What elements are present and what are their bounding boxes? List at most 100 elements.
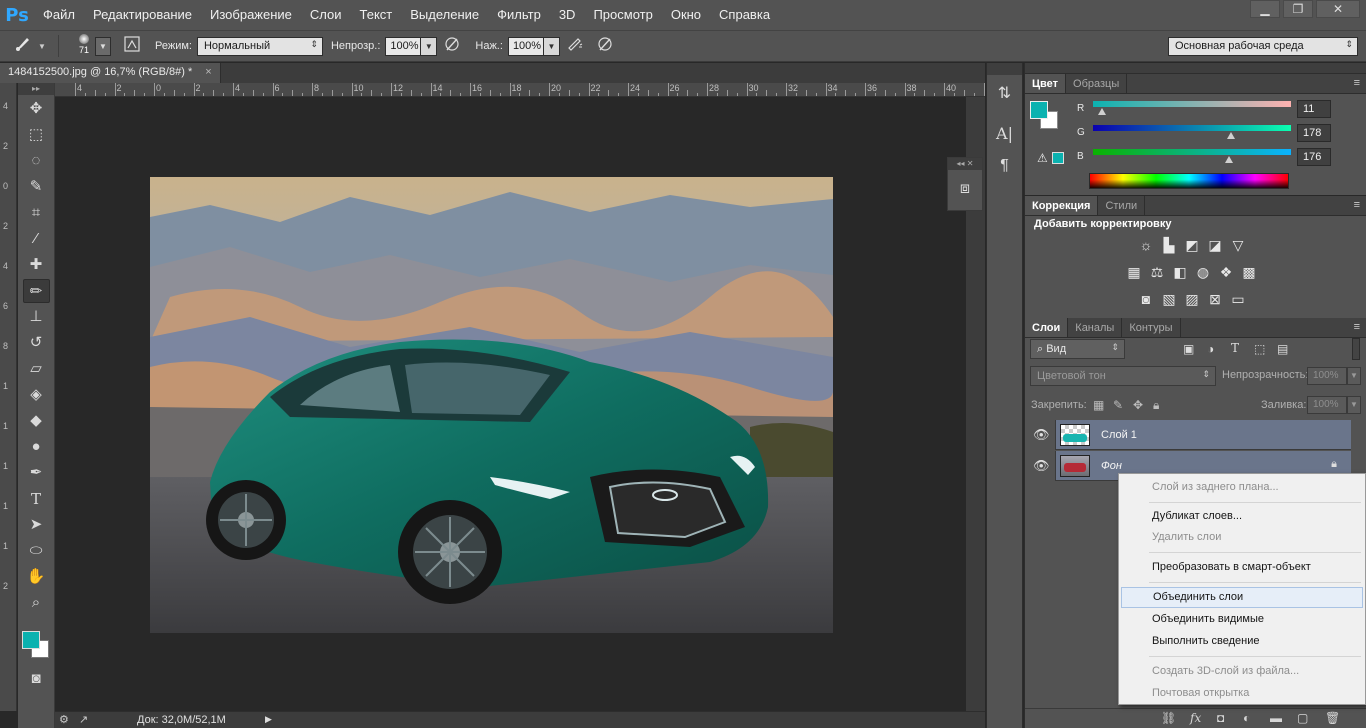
color-balance-icon[interactable]: ⚖	[1148, 263, 1166, 281]
visibility-cell[interactable]: 👁︎	[1025, 420, 1056, 450]
hue-saturation-icon[interactable]: ▦	[1125, 263, 1143, 281]
zoom-tool-icon[interactable]: ⌕	[23, 591, 50, 615]
foreground-color-swatch[interactable]	[1030, 101, 1048, 119]
lock-all-icon[interactable]: 🔒︎	[1153, 398, 1159, 413]
opacity-field[interactable]: 100%	[385, 36, 422, 56]
pen-tool-icon[interactable]: ✒	[23, 461, 50, 485]
menu-filter[interactable]: Фильтр	[488, 0, 550, 30]
menu-item-new-3d-layer-from-file[interactable]: Создать 3D-слой из файла...	[1121, 661, 1363, 682]
menu-3d[interactable]: 3D	[550, 0, 585, 30]
panel-menu-icon[interactable]: ≡	[1354, 321, 1360, 333]
blur-tool-icon[interactable]: ◆	[23, 409, 50, 433]
menu-file[interactable]: Файл	[34, 0, 84, 30]
exposure-icon[interactable]: ◪	[1206, 236, 1224, 254]
filter-smart-object-icon[interactable]: ▤	[1277, 342, 1288, 356]
lock-position-icon[interactable]: ✥	[1133, 398, 1143, 412]
photo-filter-icon[interactable]: ◍	[1194, 263, 1212, 281]
lock-transparency-icon[interactable]: ▦	[1093, 398, 1104, 412]
brush-size-picker[interactable]: 71	[73, 33, 95, 59]
panel-collapse-icon[interactable]: ◂◂ ✕	[948, 158, 982, 170]
pressure-size-icon[interactable]	[594, 35, 616, 57]
green-value[interactable]: 178	[1297, 124, 1331, 142]
close-tab-icon[interactable]: ×	[205, 66, 211, 78]
tab-styles[interactable]: Стили	[1098, 196, 1146, 215]
tab-channels[interactable]: Каналы	[1068, 318, 1123, 337]
new-layer-icon[interactable]: ▢	[1297, 711, 1308, 725]
healing-tool-icon[interactable]: ✚	[23, 253, 50, 277]
lasso-tool-icon[interactable]: ◌	[23, 149, 50, 173]
marquee-tool-icon[interactable]: ⬚	[23, 123, 50, 147]
vibrance-icon[interactable]: ▽	[1229, 236, 1247, 254]
hand-tool-icon[interactable]: ✋	[23, 565, 50, 589]
tab-adjustments[interactable]: Коррекция	[1025, 196, 1099, 215]
blend-mode-select[interactable]: Цветовой тон ⇕	[1030, 366, 1216, 386]
filter-type-icon[interactable]: T	[1231, 341, 1239, 355]
menu-item-duplicate-layers[interactable]: Дубликат слоев...	[1121, 506, 1363, 527]
fill-field[interactable]: 100%	[1307, 396, 1347, 414]
move-tool-icon[interactable]: ✥	[23, 97, 50, 121]
character-panel-icon[interactable]: A|	[992, 121, 1018, 147]
green-slider-thumb[interactable]	[1227, 132, 1235, 139]
link-layers-icon[interactable]: ⛓	[1161, 711, 1176, 725]
filter-shape-icon[interactable]: ⬚	[1254, 342, 1265, 356]
tab-swatches[interactable]: Образцы	[1066, 74, 1128, 93]
layer-filter-select[interactable]: ⌕ Вид ⇕	[1030, 339, 1125, 359]
menu-item-convert-to-smart-object[interactable]: Преобразовать в смарт-объект	[1121, 557, 1363, 578]
tab-paths[interactable]: Контуры	[1122, 318, 1181, 337]
shape-tool-icon[interactable]: ⬭	[23, 539, 50, 563]
menu-view[interactable]: Просмотр	[584, 0, 661, 30]
lock-pixels-icon[interactable]: ✎	[1113, 398, 1123, 412]
status-settings-icon[interactable]: ⚙	[59, 713, 69, 726]
layer-row[interactable]: 👁︎ Слой 1	[1025, 420, 1351, 450]
menu-item-merge-visible[interactable]: Объединить видимые	[1121, 609, 1363, 630]
bucket-tool-icon[interactable]: ◈	[23, 383, 50, 407]
3d-panel-icon[interactable]: ⧈	[952, 176, 978, 202]
tab-layers[interactable]: Слои	[1025, 318, 1069, 337]
close-window-button[interactable]: ✕	[1316, 0, 1360, 18]
path-select-tool-icon[interactable]: ➤	[23, 513, 50, 537]
panel-menu-icon[interactable]: ≡	[1354, 77, 1360, 89]
color-spectrum[interactable]	[1089, 173, 1289, 189]
type-tool-icon[interactable]: T	[23, 487, 50, 511]
gamut-swatch[interactable]	[1052, 152, 1064, 164]
posterize-icon[interactable]: ▧	[1160, 290, 1178, 308]
document-tab[interactable]: 1484152500.jpg @ 16,7% (RGB/8#) * ×	[0, 63, 221, 83]
brush-tool-icon[interactable]	[12, 35, 34, 57]
layer-name[interactable]: Слой 1	[1101, 429, 1137, 441]
add-mask-icon[interactable]: ◘	[1217, 711, 1224, 725]
airbrush-icon[interactable]	[564, 35, 586, 57]
brush-picker-dropdown-icon[interactable]: ▼	[95, 36, 111, 56]
new-group-icon[interactable]: ▬	[1270, 711, 1282, 725]
quick-mask-icon[interactable]: ◙	[23, 667, 50, 691]
menu-item-merge-layers[interactable]: Объединить слои	[1121, 587, 1363, 608]
menu-type[interactable]: Текст	[351, 0, 402, 30]
paragraph-panel-icon[interactable]: ¶	[992, 153, 1018, 179]
brush-panel-toggle-icon[interactable]	[121, 35, 143, 57]
gamut-warning-icon[interactable]: ⚠	[1037, 151, 1048, 165]
brightness-contrast-icon[interactable]: ☼	[1137, 236, 1155, 254]
blue-slider-thumb[interactable]	[1225, 156, 1233, 163]
document-image[interactable]	[150, 177, 833, 633]
filter-pixel-icon[interactable]: ▣	[1183, 342, 1194, 356]
fill-dropdown-icon[interactable]: ▼	[1347, 396, 1361, 414]
tab-color[interactable]: Цвет	[1025, 74, 1067, 93]
layer-name[interactable]: Фон	[1101, 460, 1122, 472]
levels-icon[interactable]: ▙	[1160, 236, 1178, 254]
flow-dropdown-icon[interactable]: ▼	[543, 36, 560, 56]
menu-select[interactable]: Выделение	[401, 0, 488, 30]
foreground-color-swatch[interactable]	[22, 631, 40, 649]
new-adjustment-icon[interactable]: ◐	[1243, 711, 1250, 725]
dodge-tool-icon[interactable]: ●	[23, 435, 50, 459]
menu-item-flatten-image[interactable]: Выполнить сведение	[1121, 631, 1363, 652]
pressure-opacity-icon[interactable]	[441, 35, 463, 57]
crop-tool-icon[interactable]: ⌗	[23, 201, 50, 225]
dock-collapse-icon[interactable]	[987, 63, 1022, 75]
color-lookup-icon[interactable]: ▩	[1240, 263, 1258, 281]
gradient-map-icon[interactable]: ▭	[1229, 290, 1247, 308]
toolbox-collapse-icon[interactable]: ▸▸	[18, 83, 54, 95]
selective-color-icon[interactable]: ⊠	[1206, 290, 1224, 308]
history-panel-icon[interactable]: ⇅	[992, 81, 1018, 107]
history-brush-tool-icon[interactable]: ↺	[23, 331, 50, 355]
status-share-icon[interactable]: ↗	[79, 713, 88, 726]
menu-item-layer-from-background[interactable]: Слой из заднего плана...	[1121, 477, 1363, 498]
